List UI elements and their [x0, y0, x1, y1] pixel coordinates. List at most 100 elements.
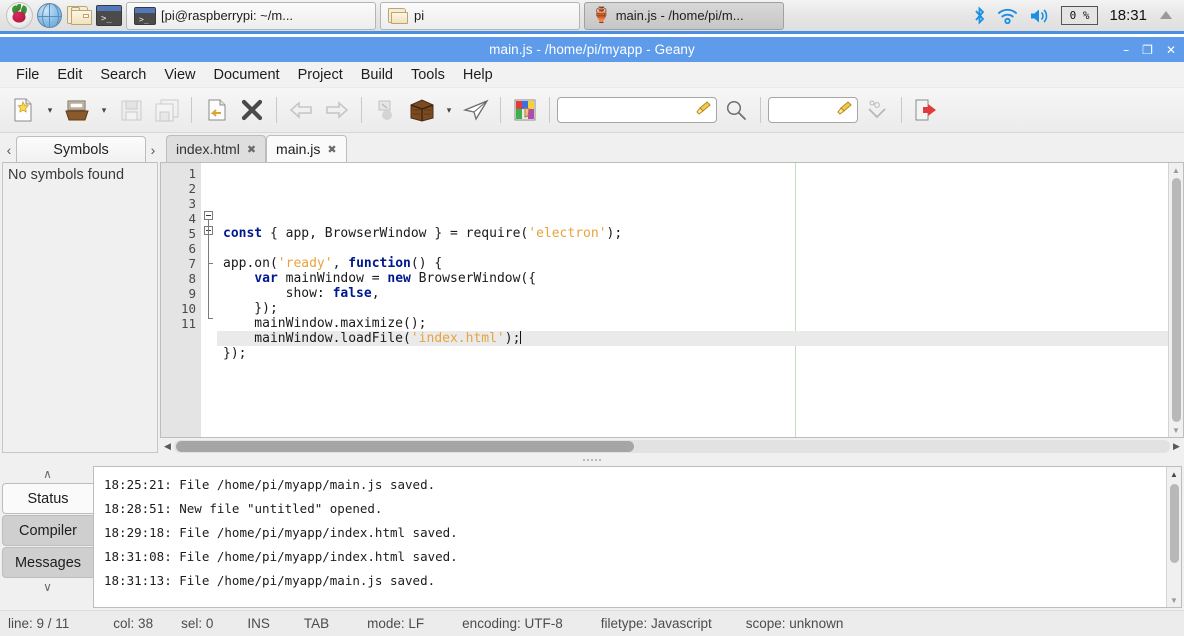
code-text[interactable]: const { app, BrowserWindow } = require('… [217, 163, 1168, 437]
status-log-row[interactable]: 18:31:08: File /home/pi/myapp/index.html… [104, 545, 1166, 569]
menu-edit[interactable]: Edit [49, 64, 90, 86]
code-line[interactable]: mainWindow.maximize(); [217, 316, 1168, 331]
message-vertical-scrollbar[interactable]: ▲ ▼ [1166, 467, 1181, 607]
build-menu-button[interactable]: ▾ [441, 92, 457, 128]
menu-tools[interactable]: Tools [403, 64, 453, 86]
panel-splitter[interactable] [0, 455, 1184, 464]
taskbar-window-filemanager[interactable]: pi [380, 2, 580, 30]
open-file-button[interactable] [60, 92, 94, 128]
close-document-button[interactable] [235, 92, 269, 128]
message-collapse-down-icon[interactable]: ∨ [2, 579, 93, 596]
cpu-usage-indicator[interactable]: 0 % [1061, 6, 1099, 25]
menu-view[interactable]: View [156, 64, 203, 86]
minimize-button[interactable]: – [1123, 44, 1129, 56]
scroll-right-icon[interactable]: ▶ [1170, 441, 1183, 452]
message-tab-compiler[interactable]: Compiler [2, 515, 93, 546]
code-line[interactable]: var mainWindow = new BrowserWindow({ [217, 271, 1168, 286]
volume-icon[interactable] [1029, 7, 1050, 25]
document-tab-index-html[interactable]: index.html ✖ [166, 135, 266, 162]
fold-toggle-line4[interactable] [204, 211, 213, 220]
scroll-down-icon[interactable]: ▼ [1172, 423, 1180, 437]
sidebar-next-icon[interactable]: › [146, 142, 160, 162]
sidebar-tab-symbols[interactable]: Symbols [16, 136, 146, 162]
scroll-up-icon[interactable]: ▲ [1172, 163, 1180, 177]
menu-build[interactable]: Build [353, 64, 401, 86]
menu-file[interactable]: File [8, 64, 47, 86]
goto-line-input[interactable] [768, 97, 858, 123]
bluetooth-icon[interactable] [973, 6, 986, 25]
code-line[interactable]: }); [217, 346, 1168, 361]
terminal-launcher[interactable]: >_ [94, 1, 124, 31]
message-body[interactable]: 18:25:21: File /home/pi/myapp/main.js sa… [93, 466, 1182, 608]
jump-to-button[interactable] [860, 92, 894, 128]
editor-horizontal-scrollbar[interactable]: ◀ ▶ [160, 438, 1184, 455]
status-log-row[interactable]: 18:25:21: File /home/pi/myapp/main.js sa… [104, 473, 1166, 497]
hscroll-thumb[interactable] [176, 441, 634, 452]
broom-icon[interactable] [696, 100, 712, 121]
vscroll-thumb[interactable] [1172, 178, 1181, 422]
vscroll-thumb[interactable] [1170, 484, 1179, 563]
sidebar-panel: ‹ Symbols › No symbols found [0, 133, 160, 455]
status-log-list[interactable]: 18:25:21: File /home/pi/myapp/main.js sa… [94, 467, 1166, 607]
open-recent-button[interactable]: ▾ [96, 92, 112, 128]
taskbar-window-label: pi [414, 8, 424, 23]
close-icon[interactable]: ✖ [327, 143, 336, 156]
message-collapse-up-icon[interactable]: ∧ [2, 466, 93, 483]
scroll-up-icon[interactable]: ▲ [1170, 467, 1178, 481]
fold-margin[interactable] [201, 163, 217, 437]
run-button[interactable] [459, 92, 493, 128]
close-button[interactable]: ✕ [1166, 44, 1176, 56]
menu-document[interactable]: Document [206, 64, 288, 86]
find-button[interactable] [719, 92, 753, 128]
navigate-forward-button[interactable] [320, 92, 354, 128]
new-file-menu-button[interactable]: ▾ [42, 92, 58, 128]
scroll-down-icon[interactable]: ▼ [1170, 593, 1178, 607]
code-line[interactable]: show: false, [217, 286, 1168, 301]
code-line[interactable]: mainWindow.loadFile('index.html'); [217, 331, 1168, 346]
save-all-button[interactable] [150, 92, 184, 128]
symbols-list[interactable]: No symbols found [2, 162, 158, 453]
editor-vertical-scrollbar[interactable]: ▲ ▼ [1168, 163, 1183, 437]
status-log-row[interactable]: 18:29:18: File /home/pi/myapp/index.html… [104, 521, 1166, 545]
code-line[interactable] [217, 241, 1168, 256]
new-file-button[interactable] [6, 92, 40, 128]
scroll-left-icon[interactable]: ◀ [161, 441, 174, 452]
taskbar-clock[interactable]: 18:31 [1109, 7, 1147, 24]
broom-icon[interactable] [837, 100, 853, 121]
raspberry-menu-button[interactable] [4, 1, 34, 31]
quit-button[interactable] [909, 92, 943, 128]
maximize-button[interactable]: ❐ [1142, 44, 1153, 56]
code-line[interactable]: }); [217, 301, 1168, 316]
code-line[interactable] [217, 361, 1168, 376]
hscroll-track[interactable] [174, 440, 1170, 453]
web-browser-launcher[interactable] [34, 1, 64, 31]
compile-button[interactable] [369, 92, 403, 128]
save-button[interactable] [114, 92, 148, 128]
menu-project[interactable]: Project [290, 64, 351, 86]
code-line[interactable]: app.on('ready', function() { [217, 256, 1168, 271]
file-manager-launcher[interactable] [64, 1, 94, 31]
taskbar-window-geany[interactable]: 🏺 main.js - /home/pi/m... [584, 2, 784, 30]
status-log-row[interactable]: 18:31:13: File /home/pi/myapp/main.js sa… [104, 569, 1166, 593]
color-chooser-button[interactable] [508, 92, 542, 128]
build-button[interactable] [405, 92, 439, 128]
taskbar-window-terminal[interactable]: >_ [pi@raspberrypi: ~/m... [126, 2, 376, 30]
vscroll-track[interactable] [1169, 177, 1184, 423]
message-tab-status[interactable]: Status [2, 483, 93, 514]
search-input[interactable] [557, 97, 717, 123]
code-line[interactable]: const { app, BrowserWindow } = require('… [217, 226, 1168, 241]
eject-icon[interactable] [1158, 9, 1174, 23]
sidebar-prev-icon[interactable]: ‹ [2, 142, 16, 162]
menu-help[interactable]: Help [455, 64, 501, 86]
revert-button[interactable] [199, 92, 233, 128]
menu-search[interactable]: Search [92, 64, 154, 86]
vscroll-track[interactable] [1167, 481, 1182, 593]
close-icon[interactable]: ✖ [247, 143, 256, 156]
message-tab-messages[interactable]: Messages [2, 547, 93, 578]
status-log-row[interactable]: 18:28:51: New file "untitled" opened. [104, 497, 1166, 521]
document-tab-main-js[interactable]: main.js ✖ [266, 135, 347, 162]
code-editor[interactable]: 1234567891011 const { app, BrowserWindow… [160, 162, 1184, 438]
code-line[interactable] [217, 211, 1168, 226]
navigate-back-button[interactable] [284, 92, 318, 128]
wifi-icon[interactable] [997, 7, 1018, 24]
